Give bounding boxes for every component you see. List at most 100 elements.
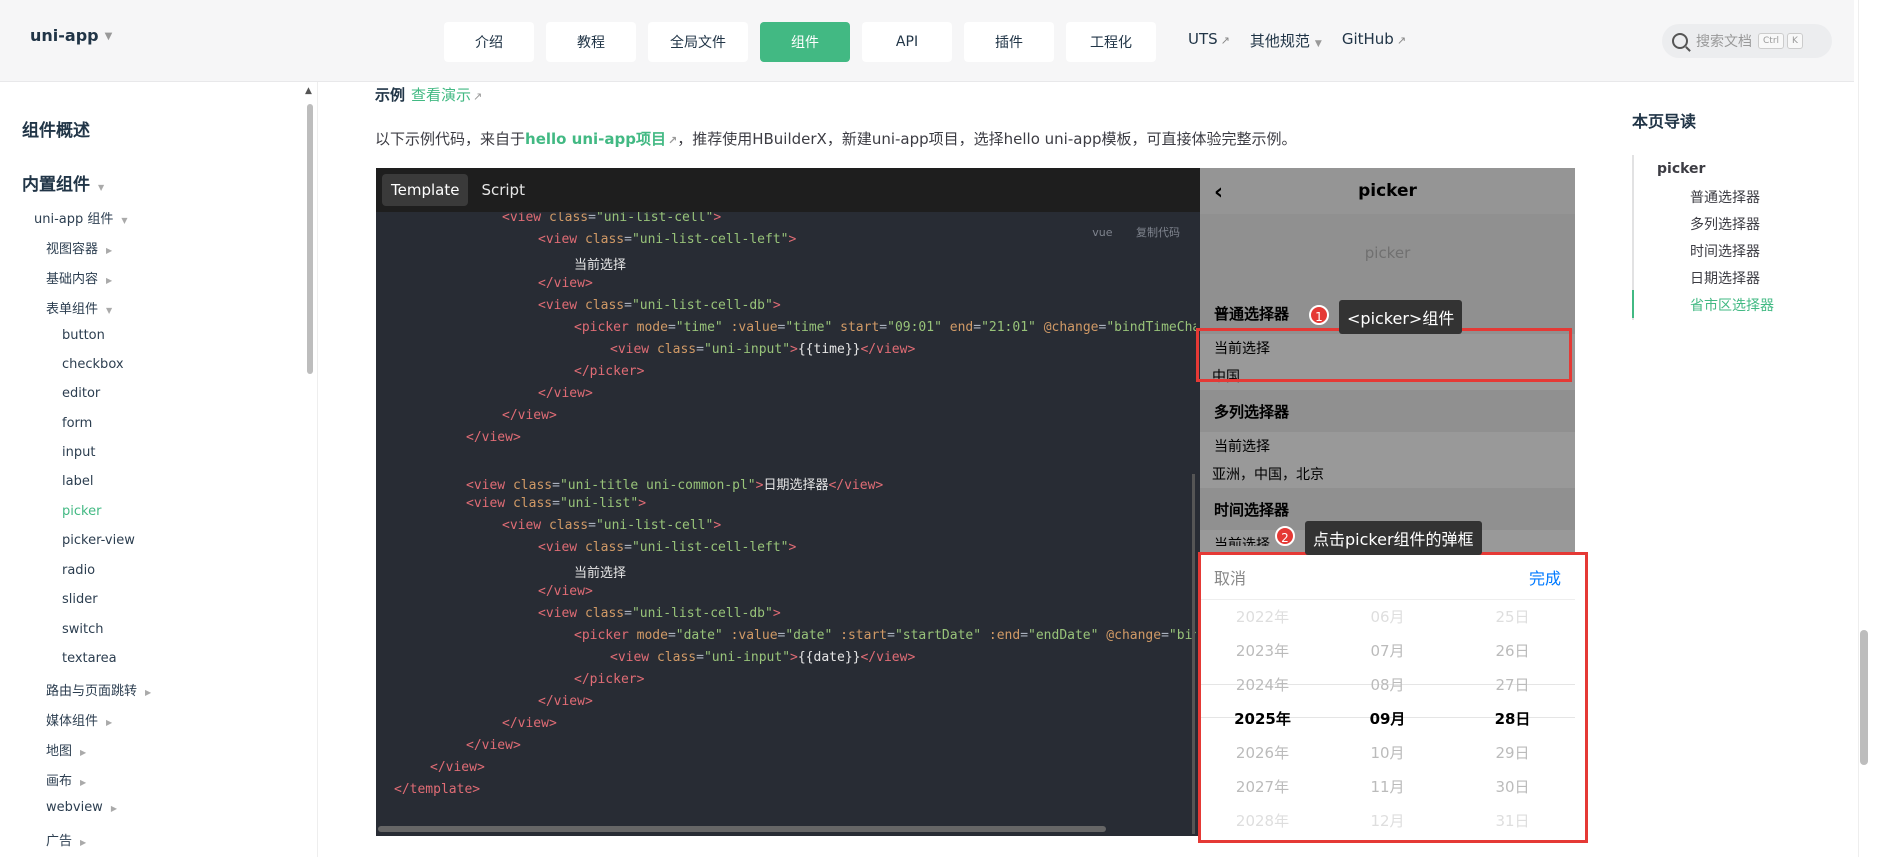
sidebar-item-map[interactable]: 地图 ▶	[46, 740, 86, 759]
sidebar-item-button[interactable]: button	[62, 328, 105, 343]
picker-option[interactable]: 08月	[1325, 668, 1450, 702]
sidebar-item-picker[interactable]: picker	[62, 504, 101, 519]
example-description: 以下示例代码，来自于hello uni-app项目 ↗，推荐使用HBuilderX…	[375, 128, 1297, 149]
sidebar-item-input[interactable]: input	[62, 445, 95, 460]
picker-option[interactable]: 2028年	[1200, 804, 1325, 836]
code-line: <picker mode="date" :value="date" :start…	[574, 628, 1196, 643]
picker-option[interactable]: 10月	[1325, 736, 1450, 770]
search-button[interactable]: 搜索文档 Ctrl K	[1662, 24, 1832, 58]
nav-link-github-label: GitHub	[1341, 30, 1394, 48]
picker-option[interactable]: 07月	[1325, 634, 1450, 668]
picker-option[interactable]: 27日	[1450, 668, 1575, 702]
picker-option[interactable]: 2024年	[1200, 668, 1325, 702]
brand-menu[interactable]: uni-app ▼	[30, 26, 112, 45]
picker-cancel-button[interactable]: 取消	[1214, 565, 1246, 589]
sidebar-scrollbar[interactable]	[307, 104, 313, 374]
external-link-icon: ↗	[473, 90, 483, 103]
code-line: <view class="uni-list-cell-db">	[538, 298, 781, 313]
sidebar-item-label: 画布	[46, 774, 73, 789]
sidebar-item-webview[interactable]: webview ▶	[46, 800, 117, 815]
nav-tab-engineering[interactable]: 工程化	[1066, 22, 1156, 62]
code-line: </view>	[538, 276, 593, 291]
sidebar-item-ads[interactable]: 广告 ▶	[46, 830, 86, 849]
sidebar-item-basic-content[interactable]: 基础内容 ▶	[46, 268, 112, 287]
toc-item-region[interactable]: 省市区选择器	[1690, 295, 1774, 315]
sidebar-item-radio[interactable]: radio	[62, 563, 95, 578]
nav-tab-intro[interactable]: 介绍	[444, 22, 534, 62]
sidebar-item-form[interactable]: form	[62, 416, 92, 431]
picker-column-day[interactable]: 25日 26日 27日 28日 29日 30日 31日	[1450, 600, 1575, 836]
external-link-icon: ↗	[1220, 34, 1230, 47]
toc-item-picker[interactable]: picker	[1657, 161, 1705, 177]
code-line: <view class="uni-title uni-common-pl">日期…	[466, 478, 884, 493]
sidebar-item-view-container[interactable]: 视图容器 ▶	[46, 238, 112, 257]
chevron-down-icon: ▼	[98, 183, 105, 192]
picker-option[interactable]: 2026年	[1200, 736, 1325, 770]
nav-link-other-specs[interactable]: 其他规范 ▼	[1250, 30, 1322, 51]
picker-option[interactable]: 31日	[1450, 804, 1575, 836]
sidebar-item-picker-view[interactable]: picker-view	[62, 533, 135, 548]
picker-option[interactable]: 30日	[1450, 770, 1575, 804]
picker-option[interactable]: 28日	[1450, 702, 1575, 736]
sidebar-item-slider[interactable]: slider	[62, 592, 98, 607]
annotation-callout-1: <picker>组件	[1339, 300, 1463, 334]
picker-option[interactable]: 2022年	[1200, 600, 1325, 634]
picker-option[interactable]: 06月	[1325, 600, 1450, 634]
sidebar-item-routing[interactable]: 路由与页面跳转 ▶	[46, 680, 151, 699]
picker-option[interactable]: 2023年	[1200, 634, 1325, 668]
scroll-up-arrow-icon[interactable]: ▲	[305, 86, 312, 96]
toc-item-time[interactable]: 时间选择器	[1690, 241, 1760, 261]
chevron-down-icon: ▼	[104, 31, 113, 42]
demo-link[interactable]: 查看演示 ↗	[411, 86, 482, 104]
sidebar-item-editor[interactable]: editor	[62, 386, 100, 401]
picker-confirm-button[interactable]: 完成	[1529, 565, 1561, 589]
page-scrollbar[interactable]	[1860, 630, 1868, 765]
picker-option[interactable]: 25日	[1450, 600, 1575, 634]
picker-column-month[interactable]: 06月 07月 08月 09月 10月 11月 12月	[1325, 600, 1450, 836]
nav-tab-plugins[interactable]: 插件	[964, 22, 1054, 62]
code-line: <view class="uni-list-cell">	[502, 518, 722, 533]
code-horizontal-scrollbar[interactable]	[378, 826, 1106, 832]
picker-option[interactable]: 11月	[1325, 770, 1450, 804]
sidebar-heading-overview[interactable]: 组件概述	[22, 116, 90, 141]
picker-option[interactable]: 09月	[1325, 702, 1450, 736]
picker-option[interactable]: 26日	[1450, 634, 1575, 668]
chevron-right-icon: ▶	[80, 748, 87, 757]
picker-option[interactable]: 2027年	[1200, 770, 1325, 804]
example-heading: 示例 查看演示 ↗	[375, 84, 482, 105]
sidebar-item-label[interactable]: label	[62, 474, 93, 489]
code-line: <view class="uni-input">{{time}}</view>	[610, 342, 916, 357]
toc-item-date[interactable]: 日期选择器	[1690, 268, 1760, 288]
sidebar-item-canvas[interactable]: 画布 ▶	[46, 770, 86, 789]
nav-tab-global-files[interactable]: 全局文件	[648, 22, 748, 62]
external-link-icon: ↗	[1396, 34, 1407, 47]
toc-item-normal[interactable]: 普通选择器	[1690, 187, 1760, 207]
sidebar-item-checkbox[interactable]: checkbox	[62, 357, 124, 372]
code-line: </picker>	[574, 364, 645, 379]
nav-tab-api[interactable]: API	[862, 22, 952, 62]
tab-script[interactable]: Script	[472, 174, 534, 206]
sidebar-item-label: webview	[46, 800, 103, 815]
picker-option[interactable]: 2025年	[1200, 702, 1325, 736]
sidebar-item-media[interactable]: 媒体组件 ▶	[46, 710, 112, 729]
sidebar-heading-builtin[interactable]: 内置组件 ▼	[22, 170, 104, 195]
nav-tab-tutorial[interactable]: 教程	[546, 22, 636, 62]
nav-link-github[interactable]: GitHub ↗	[1342, 30, 1406, 51]
chevron-down-icon: ▼	[121, 216, 128, 225]
tab-template[interactable]: Template	[382, 174, 469, 206]
toc-item-multi[interactable]: 多列选择器	[1690, 214, 1760, 234]
chevron-down-icon: ▼	[1314, 39, 1322, 49]
hello-uniapp-link[interactable]: hello uni-app项目 ↗	[525, 130, 677, 148]
code-line: <picker mode="time" :value="time" start=…	[574, 320, 1196, 335]
picker-option[interactable]: 29日	[1450, 736, 1575, 770]
sidebar-item-textarea[interactable]: textarea	[62, 651, 117, 666]
sidebar-item-uniapp-components[interactable]: uni-app 组件 ▼	[34, 208, 128, 227]
code-vertical-scrollbar[interactable]	[1192, 474, 1195, 834]
sidebar-item-switch[interactable]: switch	[62, 622, 104, 637]
code-time-binding: {{time}}	[797, 342, 861, 357]
nav-tab-components[interactable]: 组件	[760, 22, 850, 62]
picker-option[interactable]: 12月	[1325, 804, 1450, 836]
nav-link-uts[interactable]: UTS ↗	[1188, 30, 1230, 51]
picker-column-year[interactable]: 2022年 2023年 2024年 2025年 2026年 2027年 2028年	[1200, 600, 1325, 836]
sidebar-item-form-components[interactable]: 表单组件 ▼	[46, 298, 112, 317]
